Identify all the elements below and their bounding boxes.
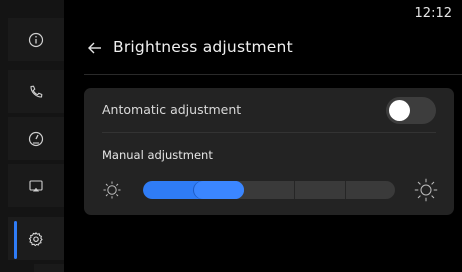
sidebar-item-gauge[interactable]	[8, 117, 64, 160]
cast-screen-icon	[29, 179, 43, 191]
brightness-card: Antomatic adjustment Manual adjustment	[84, 88, 454, 215]
sun-small-icon	[103, 181, 121, 199]
sidebar-item-phone[interactable]	[8, 70, 64, 113]
header-divider	[84, 74, 462, 75]
slider-thumb[interactable]	[194, 181, 244, 199]
brightness-slider[interactable]	[143, 181, 395, 199]
sidebar-item-info[interactable]	[8, 18, 64, 61]
phone-icon	[30, 85, 43, 98]
status-time: 12:12	[414, 6, 452, 21]
sun-large-icon	[414, 178, 438, 202]
sidebar-stub	[34, 264, 64, 272]
brightness-screen: 12:12 Brightness adjustment Antomatic ad…	[0, 0, 462, 272]
sidebar	[0, 0, 64, 272]
manual-adjust-label: Manual adjustment	[102, 148, 213, 162]
slider-segment-divider	[345, 181, 346, 199]
sidebar-item-cast[interactable]	[8, 164, 64, 207]
slider-segment-divider	[294, 181, 295, 199]
toggle-knob	[389, 100, 410, 121]
gear-icon	[28, 231, 43, 246]
info-icon	[28, 32, 44, 47]
arrow-left-icon[interactable]	[86, 39, 104, 57]
card-divider	[102, 132, 436, 133]
active-indicator	[14, 221, 17, 259]
dashboard-gauge-icon	[28, 131, 44, 146]
page-title: Brightness adjustment	[113, 38, 293, 56]
auto-adjust-label: Antomatic adjustment	[102, 102, 242, 117]
auto-adjust-toggle[interactable]	[386, 97, 436, 124]
